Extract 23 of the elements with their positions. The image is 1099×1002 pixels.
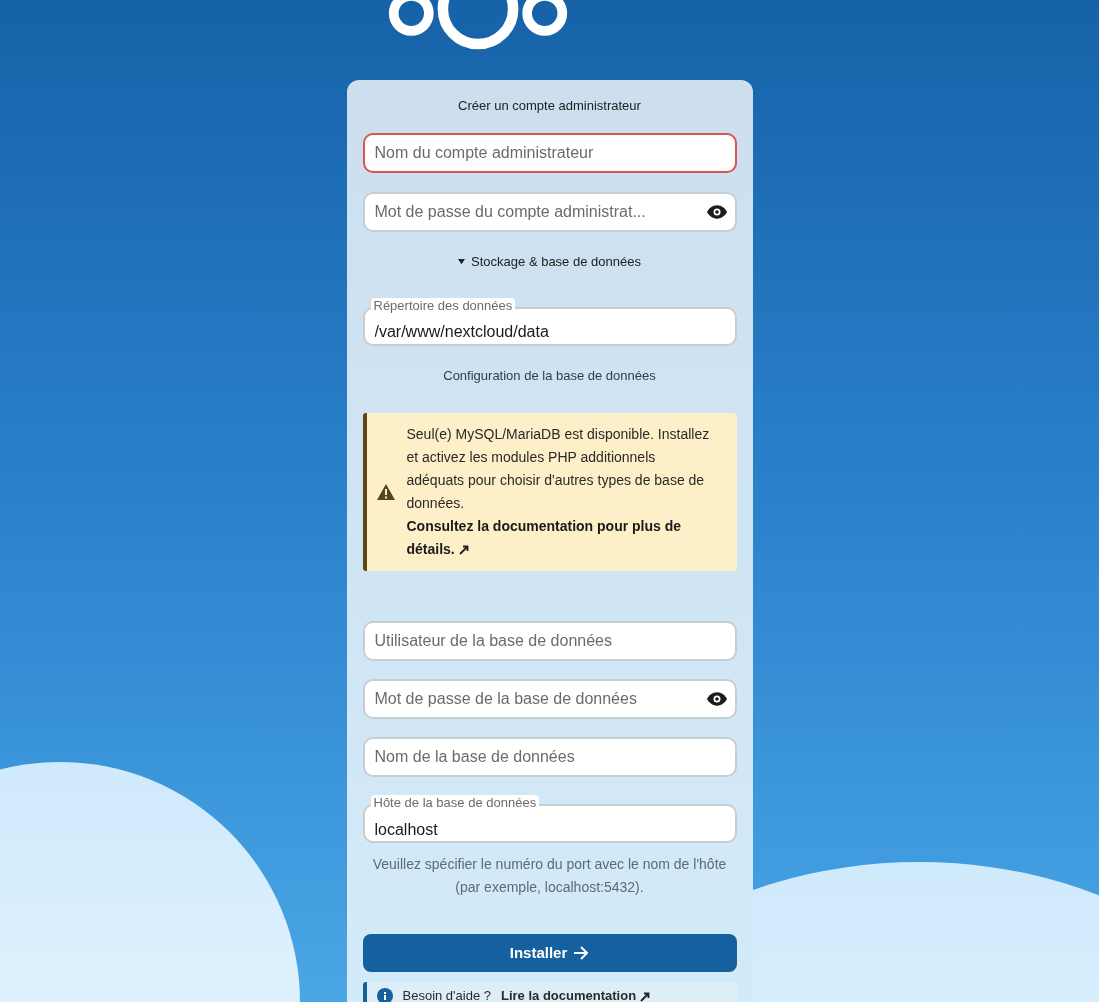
field-label: Hôte de la base de données xyxy=(370,795,540,810)
warning-icon xyxy=(376,484,395,500)
caret-icon xyxy=(458,258,466,266)
password-field[interactable]: Mot de passe de la base de données xyxy=(362,679,737,719)
documentation-link[interactable]: Consultez la documentation pour plus de détails. xyxy=(406,515,715,561)
text-field[interactable]: Nom du compte administrateur xyxy=(362,133,737,173)
external-link-icon xyxy=(640,991,651,1002)
storage-toggle[interactable]: Stockage & base de données xyxy=(458,252,641,272)
help-text: Besoin d'aide ? xyxy=(402,987,491,1002)
warning-text: Seul(e) MySQL/MariaDB est disponible. Installez et activez les modules PHP additionnels adéquats pour choisir d'autres types de base de données. xyxy=(406,425,711,513)
external-link-icon xyxy=(458,545,469,556)
card-title: Créer un compte administrateur xyxy=(457,97,642,115)
documentation-link[interactable]: Lire la documentation xyxy=(501,986,651,1002)
hint-text: Veuillez spécifier le numéro du port avec le nom de l'hôte (par exemple, localhost:5432). xyxy=(371,855,728,897)
install-button[interactable]: Installer xyxy=(362,934,737,972)
eye-icon[interactable] xyxy=(706,692,727,706)
section-heading: Configuration de la base de données xyxy=(442,366,657,385)
eye-icon[interactable] xyxy=(706,205,727,219)
arrow-right-icon xyxy=(573,946,590,960)
text-field[interactable]: Utilisateur de la base de données xyxy=(362,621,737,661)
field-label: Répertoire des données xyxy=(370,297,516,313)
text-field[interactable]: Nom de la base de données xyxy=(362,737,737,777)
password-field[interactable]: Mot de passe du compte administrat... xyxy=(362,192,737,232)
